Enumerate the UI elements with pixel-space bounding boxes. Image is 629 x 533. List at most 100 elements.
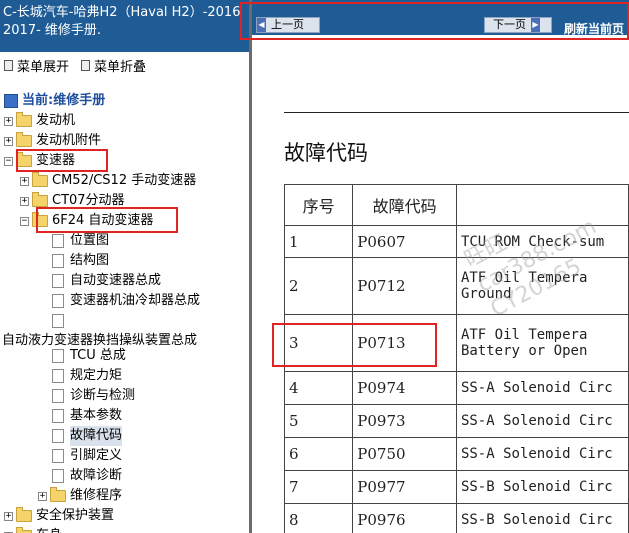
cell-code: P0977	[352, 470, 457, 504]
cell-code: P0607	[352, 225, 457, 258]
title-line-1: C-长城汽车-哈弗H2（Haval H2）-2016	[3, 5, 241, 20]
tree-leaf-selected[interactable]: 故障代码	[52, 426, 123, 446]
expand-icon[interactable]	[4, 59, 13, 71]
title-line-2: 2017- 维修手册.	[3, 23, 102, 38]
expand-plus-icon[interactable]: +	[4, 136, 13, 146]
annotation-box-nav	[240, 2, 629, 40]
folder-icon	[50, 487, 66, 502]
expand-plus-icon[interactable]: +	[20, 196, 29, 206]
cell-desc: SS-A Solenoid Circ	[455, 371, 629, 405]
tree-item-engine[interactable]: + 发动机	[4, 111, 75, 131]
tree-leaf[interactable]: 位置图	[52, 231, 109, 251]
tree-item-body[interactable]: + 车身	[4, 526, 62, 533]
tree-item-label: 结构图	[70, 253, 110, 268]
folder-icon	[16, 112, 32, 127]
tree-leaf[interactable]: 故障诊断	[52, 466, 122, 486]
tree-leaf[interactable]: 引脚定义	[52, 446, 122, 466]
tree-item-label: 安全保护装置	[36, 508, 115, 523]
cell-no: 7	[283, 470, 354, 504]
table-row: 6 P0750 SS-A Solenoid Circ	[283, 437, 629, 471]
tree-leaf[interactable]	[52, 311, 70, 331]
tree-current[interactable]: 当前:维修手册	[4, 91, 105, 111]
window-title: C-长城汽车-哈弗H2（Haval H2）-2016 2017- 维修手册.	[0, 0, 249, 52]
desc-line: SS-B Solenoid Circ	[460, 512, 613, 528]
tree-item-engine-accessories[interactable]: + 发动机附件	[4, 131, 101, 151]
folder-icon	[16, 132, 32, 147]
collapse-minus-icon[interactable]: −	[4, 156, 13, 166]
document-icon	[52, 234, 64, 248]
tree-item-label: 规定力矩	[70, 368, 123, 383]
expand-plus-icon[interactable]: +	[38, 491, 47, 501]
tree-item-label: 变速器机油冷却器总成	[70, 293, 201, 308]
expand-plus-icon[interactable]: +	[20, 176, 29, 186]
cell-code: P0750	[352, 437, 457, 471]
tree-leaf[interactable]: 自动变速器总成	[52, 271, 161, 291]
cell-no: 4	[283, 371, 354, 405]
expand-plus-icon[interactable]: +	[4, 116, 13, 126]
tree-item-label: 故障代码	[70, 426, 123, 446]
cell-code: P0712	[352, 257, 457, 315]
tree-item-label: TCU 总成	[70, 348, 126, 363]
desc-line: Battery or Open	[460, 343, 588, 359]
document-icon	[52, 254, 64, 268]
desc-line: ATF Oil Tempera	[460, 327, 588, 343]
annotation-box-6f24	[36, 207, 178, 233]
tree-item-label: 基本参数	[70, 408, 123, 423]
tree-item-repair[interactable]: + 维修程序	[38, 486, 122, 506]
document-icon	[52, 429, 64, 443]
desc-line: SS-A Solenoid Circ	[460, 446, 613, 462]
collapse-icon[interactable]	[81, 59, 91, 71]
expand-menu-button[interactable]: 菜单展开	[17, 56, 69, 75]
cell-no: 1	[283, 225, 354, 258]
navigation-pane: C-长城汽车-哈弗H2（Haval H2）-2016 2017- 维修手册. 菜…	[0, 0, 249, 533]
tree-item-label: 自动变速器总成	[70, 273, 162, 288]
book-icon	[4, 94, 18, 108]
tree-item-label: 发动机附件	[36, 133, 102, 148]
tree-leaf[interactable]: 诊断与检测	[52, 386, 135, 406]
page-title: 故障代码	[284, 141, 368, 165]
document-icon	[52, 449, 64, 463]
collapse-menu-button[interactable]: 菜单折叠	[94, 56, 146, 75]
tree-item-label: 故障诊断	[70, 468, 123, 483]
document-icon	[52, 349, 64, 363]
tree-leaf[interactable]: 基本参数	[52, 406, 122, 426]
tree-leaf[interactable]: 规定力矩	[52, 366, 122, 386]
document-icon	[52, 369, 64, 383]
divider	[284, 112, 629, 113]
folder-icon	[16, 507, 32, 522]
tree-item-label: 维修程序	[70, 488, 123, 503]
annotation-box-p0713	[272, 323, 437, 367]
table-row: 8 P0976 SS-B Solenoid Circ	[283, 503, 629, 533]
tree-leaf[interactable]: TCU 总成	[52, 346, 126, 366]
tree-item-safety[interactable]: + 安全保护装置	[4, 506, 114, 526]
document-icon	[52, 469, 64, 483]
menu-bar: 菜单展开 菜单折叠	[0, 55, 154, 75]
cell-desc: ATF Oil Tempera Battery or Open	[455, 314, 629, 372]
folder-icon	[32, 172, 48, 187]
table-row: 5 P0973 SS-A Solenoid Circ	[283, 404, 629, 438]
tree-item-label: 位置图	[70, 233, 110, 248]
cell-no: 6	[283, 437, 354, 471]
expand-plus-icon[interactable]: +	[4, 511, 13, 521]
document-icon	[52, 389, 64, 403]
cell-no: 5	[283, 404, 354, 438]
table-row: 4 P0974 SS-A Solenoid Circ	[283, 371, 629, 405]
tree-item-label: 诊断与检测	[70, 388, 136, 403]
collapse-minus-icon[interactable]: −	[20, 216, 29, 226]
cell-no: 8	[283, 503, 354, 533]
table-row: 7 P0977 SS-B Solenoid Circ	[283, 470, 629, 504]
tree-leaf[interactable]: 变速器机油冷却器总成	[52, 291, 200, 311]
cell-code: P0974	[352, 371, 457, 405]
document-icon	[52, 294, 64, 308]
cell-code: P0976	[352, 503, 457, 533]
cell-code: P0973	[352, 404, 457, 438]
tree-leaf[interactable]: 结构图	[52, 251, 109, 271]
desc-line: SS-B Solenoid Circ	[460, 479, 613, 495]
desc-line: SS-A Solenoid Circ	[460, 380, 613, 396]
current-label: 当前:维修手册	[22, 93, 106, 108]
header-code: 故障代码	[352, 184, 457, 226]
document-icon	[52, 409, 64, 423]
cell-desc: SS-B Solenoid Circ	[455, 503, 629, 533]
tree-item-cm52[interactable]: + CM52/CS12 手动变速器	[20, 171, 196, 191]
desc-line: SS-A Solenoid Circ	[460, 413, 613, 429]
